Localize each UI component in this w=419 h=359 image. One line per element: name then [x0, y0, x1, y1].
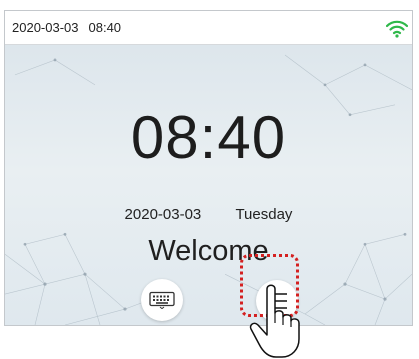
wifi-icon — [386, 20, 408, 38]
hand-pointer-icon — [249, 284, 300, 358]
clock-display: 08:40 — [130, 104, 287, 171]
network-background — [5, 54, 412, 325]
home-screen: 08:40 2020-03-03 Tuesday Welcome — [5, 45, 412, 325]
welcome-message: Welcome — [148, 235, 269, 267]
status-bar: 2020-03-03 08:40 — [5, 11, 412, 45]
keyboard-icon — [149, 291, 175, 309]
date-row: 2020-03-03 Tuesday — [5, 206, 412, 223]
date-label: 2020-03-03 — [124, 206, 202, 223]
keyboard-button[interactable] — [141, 279, 183, 321]
status-time: 08:40 — [88, 20, 122, 35]
status-date: 2020-03-03 — [12, 20, 79, 35]
weekday-label: Tuesday — [235, 206, 293, 223]
device-screen: 2020-03-03 08:40 08:40 2020-03-03 Tuesda… — [4, 10, 413, 326]
